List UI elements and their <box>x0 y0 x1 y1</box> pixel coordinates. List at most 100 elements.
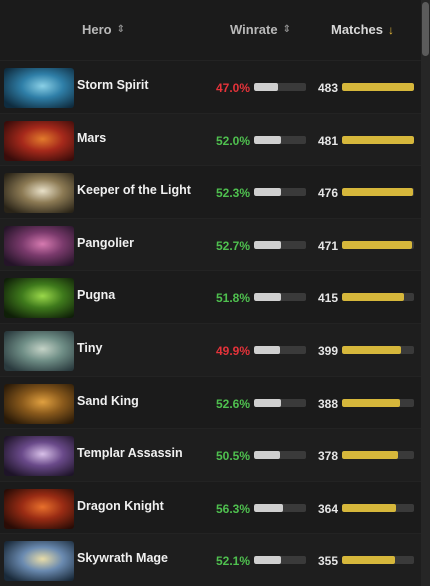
hero-name[interactable]: Pugna <box>77 288 115 302</box>
winrate-value: 52.7% <box>216 238 251 253</box>
hero-portrait[interactable] <box>4 225 74 266</box>
matches-bar-fill <box>342 293 404 302</box>
winrate-bar-fill <box>254 345 280 354</box>
matches-bar <box>342 503 414 512</box>
matches-bar-fill <box>342 398 400 407</box>
winrate-bar <box>254 503 306 512</box>
winrate-bar-fill <box>254 398 282 407</box>
matches-value: 481 <box>318 133 339 148</box>
column-header-hero[interactable]: Hero ⇕ <box>82 22 125 37</box>
hero-portrait[interactable] <box>4 278 74 319</box>
column-header-matches-label: Matches <box>331 22 384 37</box>
hero-name[interactable]: Sand King <box>77 394 139 408</box>
winrate-bar-fill <box>254 556 282 565</box>
winrate-bar <box>254 293 306 302</box>
matches-bar-fill <box>342 556 395 565</box>
matches-value: 355 <box>318 554 339 569</box>
hero-portrait[interactable] <box>4 173 74 214</box>
matches-bar-fill <box>342 451 399 460</box>
hero-stats-table: Hero ⇕ Winrate ⇕ Matches ↓ Storm Spirit 4… <box>0 0 421 586</box>
winrate-value: 52.3% <box>216 186 251 201</box>
matches-bar-fill <box>342 345 402 354</box>
matches-bar <box>342 345 414 354</box>
hero-portrait[interactable] <box>4 436 74 477</box>
matches-bar <box>342 135 414 144</box>
table-header: Hero ⇕ Winrate ⇕ Matches ↓ <box>0 0 421 60</box>
matches-value: 388 <box>318 396 339 411</box>
hero-portrait[interactable] <box>4 330 74 371</box>
winrate-bar <box>254 345 306 354</box>
winrate-bar <box>254 188 306 197</box>
hero-portrait[interactable] <box>4 488 74 529</box>
hero-name[interactable]: Dragon Knight <box>77 499 164 513</box>
table-row[interactable]: Skywrath Mage 52.1% 355 <box>0 533 421 586</box>
winrate-bar-fill <box>254 451 281 460</box>
table-row[interactable]: Sand King 52.6% 388 <box>0 375 421 429</box>
scrollbar-thumb[interactable] <box>422 2 429 56</box>
matches-bar <box>342 188 414 197</box>
hero-name[interactable]: Pangolier <box>77 236 134 250</box>
winrate-bar-fill <box>254 83 279 91</box>
hero-name[interactable]: Storm Spirit <box>77 78 149 92</box>
table-row[interactable]: Tiny 49.9% 399 <box>0 322 421 376</box>
matches-bar-fill <box>342 240 413 249</box>
table-row[interactable]: Pangolier 52.7% 471 <box>0 217 421 271</box>
hero-portrait[interactable] <box>4 120 74 161</box>
hero-name[interactable]: Templar Assassin <box>77 446 183 460</box>
matches-value: 415 <box>318 291 339 306</box>
winrate-bar <box>254 83 306 91</box>
matches-bar <box>342 293 414 302</box>
table-row[interactable]: Dragon Knight 56.3% 364 <box>0 480 421 534</box>
hero-name[interactable]: Skywrath Mage <box>77 551 168 565</box>
matches-value: 471 <box>318 238 339 253</box>
table-row[interactable]: Templar Assassin 50.5% 378 <box>0 428 421 481</box>
winrate-bar <box>254 451 306 460</box>
column-header-winrate[interactable]: Winrate ⇕ <box>230 22 291 37</box>
matches-bar <box>342 240 414 249</box>
winrate-value: 51.8% <box>216 291 251 306</box>
winrate-bar-fill <box>254 135 282 144</box>
column-header-matches[interactable]: Matches ↓ <box>331 22 394 37</box>
matches-value: 378 <box>318 449 339 464</box>
hero-portrait[interactable] <box>4 68 74 108</box>
winrate-value: 47.0% <box>216 81 251 95</box>
matches-bar-fill <box>342 135 414 144</box>
hero-name[interactable]: Mars <box>77 131 106 145</box>
matches-bar-fill <box>342 503 397 512</box>
hero-name[interactable]: Tiny <box>77 341 102 355</box>
sort-icon: ⇕ <box>282 24 291 35</box>
scrollbar[interactable] <box>421 0 430 586</box>
winrate-value: 49.9% <box>216 343 251 358</box>
matches-value: 399 <box>318 343 339 358</box>
table-row[interactable]: Pugna 51.8% 415 <box>0 270 421 323</box>
hero-list: Storm Spirit 47.0% 483 Mars 52.0% 481 Keeper o… <box>0 60 421 586</box>
table-row[interactable]: Mars 52.0% 481 <box>0 112 421 166</box>
winrate-bar-fill <box>254 293 281 302</box>
table-row[interactable]: Keeper of the Light 52.3% 476 <box>0 165 421 218</box>
winrate-bar-fill <box>254 188 282 197</box>
winrate-bar-fill <box>254 240 282 249</box>
winrate-value: 52.1% <box>216 554 251 569</box>
winrate-value: 52.0% <box>216 133 251 148</box>
sort-descending-icon: ↓ <box>388 22 395 37</box>
table-row[interactable]: Storm Spirit 47.0% 483 <box>0 60 421 113</box>
matches-value: 483 <box>318 81 339 95</box>
winrate-bar <box>254 398 306 407</box>
hero-portrait[interactable] <box>4 541 74 582</box>
hero-name[interactable]: Keeper of the Light <box>77 183 191 197</box>
matches-bar <box>342 556 414 565</box>
winrate-value: 56.3% <box>216 501 251 516</box>
column-header-hero-label: Hero <box>82 22 112 37</box>
column-header-winrate-label: Winrate <box>230 22 278 37</box>
matches-value: 364 <box>318 501 339 516</box>
matches-value: 476 <box>318 186 339 201</box>
winrate-bar-fill <box>254 503 284 512</box>
winrate-bar <box>254 135 306 144</box>
winrate-value: 52.6% <box>216 396 251 411</box>
hero-portrait[interactable] <box>4 383 74 424</box>
winrate-value: 50.5% <box>216 449 251 464</box>
matches-bar <box>342 398 414 407</box>
matches-bar-fill <box>342 188 413 197</box>
winrate-bar <box>254 556 306 565</box>
sort-icon: ⇕ <box>116 24 126 35</box>
